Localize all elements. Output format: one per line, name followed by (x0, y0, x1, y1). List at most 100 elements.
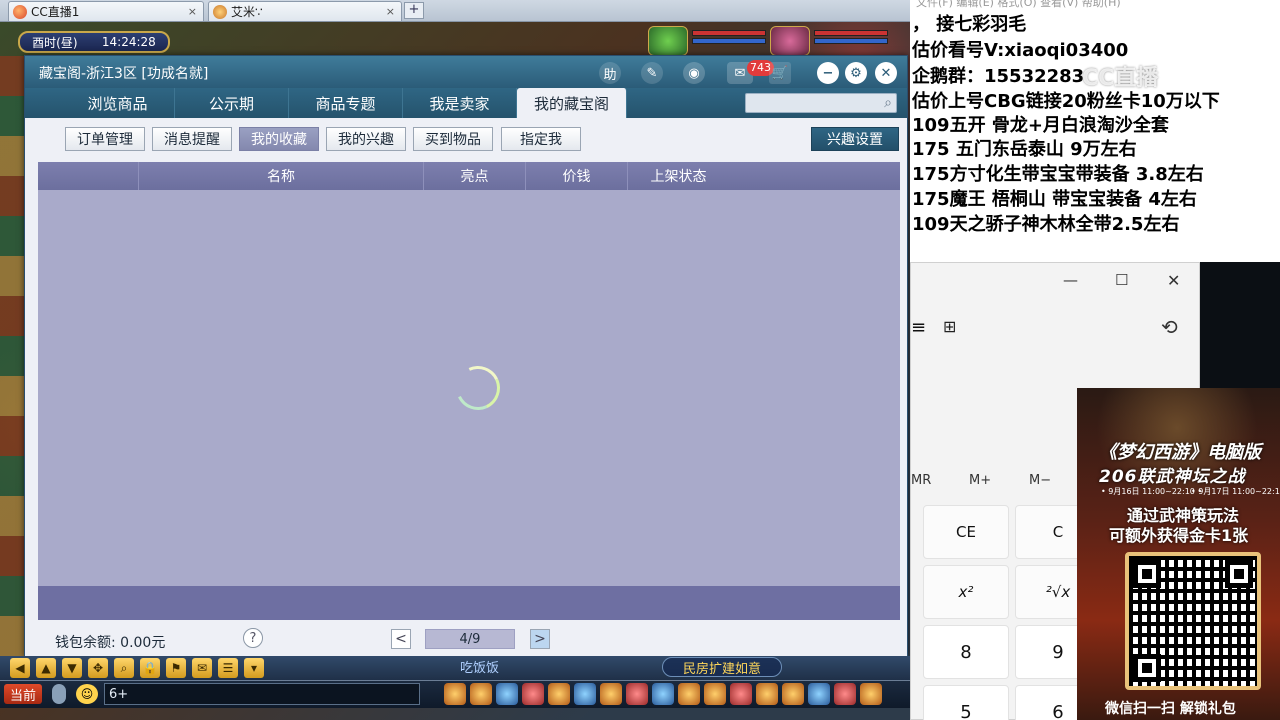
skill-icon[interactable] (756, 683, 778, 705)
notepad-line: 175魔王 梧桐山 带宝宝装备 4左右 (912, 189, 1197, 210)
skill-icon[interactable] (834, 683, 856, 705)
pet-portrait[interactable] (648, 26, 688, 56)
arrow-down-icon[interactable]: ▼ (62, 658, 82, 678)
skill-icon[interactable] (652, 683, 674, 705)
column-price[interactable]: 价钱 (525, 162, 627, 190)
arrow-left-icon[interactable]: ◀ (10, 658, 30, 678)
calculator-minimize-icon[interactable]: — (1063, 271, 1078, 289)
player-bars (814, 26, 888, 56)
cart-icon[interactable]: 🛒 (769, 62, 791, 84)
digit-5-button[interactable]: 5 (923, 685, 1009, 720)
flag-icon[interactable]: ⚑ (166, 658, 186, 678)
close-tab-icon[interactable]: × (188, 5, 197, 18)
main-tabs: 浏览商品 公示期 商品专题 我是卖家 我的藏宝阁 ⌕ (25, 88, 907, 118)
skill-icon[interactable] (704, 683, 726, 705)
skill-icon[interactable] (444, 683, 466, 705)
search-icon[interactable]: ⌕ (114, 658, 134, 678)
keep-on-top-icon[interactable]: ⊞ (943, 317, 956, 336)
search-input[interactable]: ⌕ (745, 93, 897, 113)
skill-icon[interactable] (808, 683, 830, 705)
skill-icon[interactable] (522, 683, 544, 705)
pet-bars (692, 26, 766, 56)
skill-icon[interactable] (574, 683, 596, 705)
my-favorites-button[interactable]: 我的收藏 (239, 127, 319, 151)
player-portrait[interactable] (770, 26, 810, 56)
wallet-balance: 钱包余额: 0.00元 (55, 635, 166, 651)
skill-icon[interactable] (678, 683, 700, 705)
settings-gear-icon[interactable]: ⚙ (845, 62, 867, 84)
skill-icon[interactable] (496, 683, 518, 705)
previous-page-button[interactable]: < (391, 629, 411, 649)
bought-items-button[interactable]: 买到物品 (413, 127, 493, 151)
memory-recall-button[interactable]: MR (911, 473, 931, 488)
skill-icon[interactable] (548, 683, 570, 705)
tab-topics[interactable]: 商品专题 (289, 88, 403, 118)
column-highlights[interactable]: 亮点 (423, 162, 525, 190)
qr-code[interactable] (1125, 552, 1261, 690)
status-bar: 钱包余额: 0.00元 ? < 4/9 > (25, 622, 907, 656)
loading-spinner-icon (449, 359, 507, 417)
help-question-icon[interactable]: ? (243, 628, 263, 648)
square-button[interactable]: x² (923, 565, 1009, 619)
record-icon[interactable]: ◉ (683, 62, 705, 84)
treasure-pavilion-window: 藏宝阁-浙江3区 [功成名就] 助 ✎ ◉ ✉ 743 🛒 − ⚙ ✕ 浏览商品… (24, 55, 908, 657)
house-upgrade-button[interactable]: 民房扩建如意 (662, 657, 782, 677)
digit-8-button[interactable]: 8 (923, 625, 1009, 679)
microphone-icon[interactable] (52, 684, 66, 704)
tab-browse[interactable]: 浏览商品 (61, 88, 175, 118)
sub-toolbar: 订单管理 消息提醒 我的收藏 我的兴趣 买到物品 指定我 兴趣设置 (25, 118, 907, 158)
arrow-up-icon[interactable]: ▲ (36, 658, 56, 678)
skill-icon[interactable] (782, 683, 804, 705)
my-interests-button[interactable]: 我的兴趣 (326, 127, 406, 151)
lock-icon[interactable]: 🔒 (140, 658, 160, 678)
minimize-button[interactable]: − (817, 62, 839, 84)
chat-channel-button[interactable]: 当前 (4, 684, 42, 704)
move-icon[interactable]: ✥ (88, 658, 108, 678)
ce-button[interactable]: CE (923, 505, 1009, 559)
memory-add-button[interactable]: M+ (969, 473, 991, 488)
memory-subtract-button[interactable]: M− (1029, 473, 1051, 488)
notepad-line: 175 五门东岳泰山 9万左右 (912, 139, 1137, 160)
skill-icon[interactable] (626, 683, 648, 705)
chat-input[interactable]: 6+ (104, 683, 420, 705)
browser-tab-aimi[interactable]: 艾米∵ × (208, 1, 402, 21)
dropdown-icon[interactable]: ▾ (244, 658, 264, 678)
history-icon[interactable]: ⟲ (1161, 315, 1178, 339)
emoji-icon[interactable]: ☺ (76, 684, 98, 704)
column-name[interactable]: 名称 (138, 162, 423, 190)
chat-bubble-icon[interactable]: ✉ (192, 658, 212, 678)
search-icon[interactable]: ⌕ (884, 95, 892, 111)
calculator-maximize-icon[interactable]: ☐ (1115, 271, 1128, 289)
interest-settings-button[interactable]: 兴趣设置 (811, 127, 899, 151)
notepad-line: ， 接七彩羽毛 (912, 14, 1027, 35)
close-tab-icon[interactable]: × (386, 5, 395, 18)
menu-icon[interactable]: ≡ (911, 317, 926, 338)
message-reminder-button[interactable]: 消息提醒 (152, 127, 232, 151)
tab-my-pavilion[interactable]: 我的藏宝阁 (517, 88, 627, 118)
promo-date-2: • 9月17日 11:00~22:10 (1191, 487, 1280, 496)
tab-seller[interactable]: 我是卖家 (403, 88, 517, 118)
game-left-panel (0, 56, 26, 656)
skill-icon[interactable] (860, 683, 882, 705)
browser-tab-cc[interactable]: CC直播1 × (8, 1, 204, 21)
skill-icon[interactable] (730, 683, 752, 705)
new-tab-button[interactable]: + (404, 2, 424, 19)
assigned-to-me-button[interactable]: 指定我 (501, 127, 581, 151)
help-button[interactable]: 助 (599, 62, 621, 84)
promo-subtitle: 206联武神坛之战 (1099, 467, 1246, 487)
skill-icon[interactable] (470, 683, 492, 705)
promo-banner[interactable]: 《梦幻西游》电脑版 206联武神坛之战 • 9月16日 11:00~22:10 … (1077, 388, 1280, 720)
favorites-list (38, 190, 900, 586)
skill-icon[interactable] (600, 683, 622, 705)
order-management-button[interactable]: 订单管理 (65, 127, 145, 151)
list-icon[interactable]: ☰ (218, 658, 238, 678)
column-listing-status[interactable]: 上架状态 (627, 162, 729, 190)
notepad-menu[interactable]: 文件(F) 编辑(E) 格式(O) 查看(V) 帮助(H) (910, 0, 1280, 8)
next-page-button[interactable]: > (530, 629, 550, 649)
tab-publicity[interactable]: 公示期 (175, 88, 289, 118)
close-button[interactable]: ✕ (875, 62, 897, 84)
calculator-close-icon[interactable]: ✕ (1167, 271, 1180, 290)
skill-bar (440, 680, 908, 708)
edit-icon[interactable]: ✎ (641, 62, 663, 84)
notepad-line: 109五开 骨龙+月白浪淘沙全套 (912, 115, 1169, 136)
